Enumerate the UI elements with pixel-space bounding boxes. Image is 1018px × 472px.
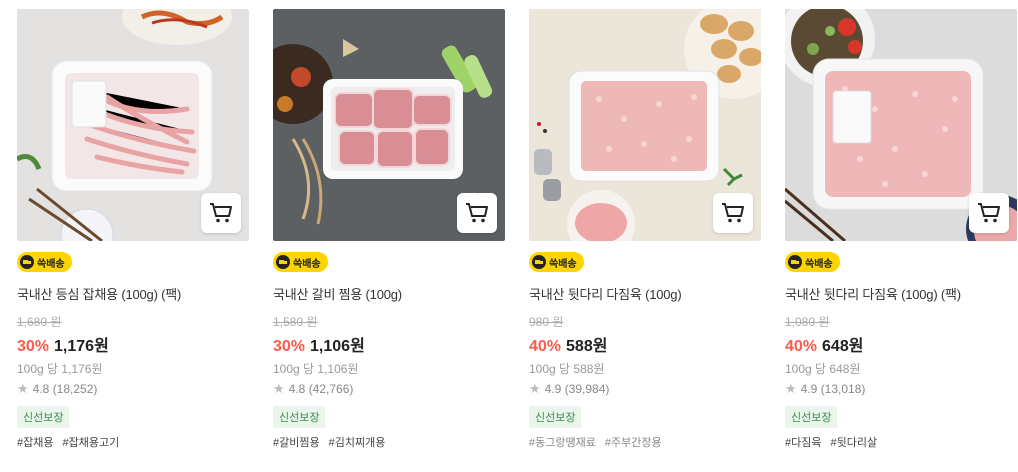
cart-icon — [210, 203, 232, 223]
rating: ★ 4.9 (13,018) — [785, 381, 1017, 397]
rating-score: 4.9 — [544, 382, 562, 396]
original-price: 1,680 원 — [17, 315, 62, 329]
truck-icon — [276, 255, 290, 269]
product-name[interactable]: 국내산 갈비 찜용 (100g) — [273, 284, 505, 303]
discount-rate: 30% — [273, 338, 306, 355]
star-icon: ★ — [785, 381, 797, 396]
truck-icon — [788, 255, 802, 269]
add-to-cart-button[interactable] — [201, 193, 241, 233]
hashtag[interactable]: #다짐육 — [785, 437, 821, 449]
badge-label: 쓱배송 — [805, 258, 833, 270]
product-image[interactable] — [17, 9, 249, 241]
product-image[interactable] — [785, 9, 1017, 241]
star-icon: ★ — [273, 381, 285, 396]
product-card[interactable]: 쓱배송 국내산 뒷다리 다짐육 (100g) 980 원 40% 588원 100… — [529, 0, 761, 450]
hashtag[interactable]: #갈비찜용 — [273, 437, 320, 449]
badge-label: 쓱배송 — [549, 258, 577, 270]
product-name[interactable]: 국내산 뒷다리 다짐육 (100g) — [529, 284, 761, 303]
product-image[interactable] — [529, 9, 761, 241]
discount-rate: 30% — [17, 338, 50, 355]
original-price: 980 원 — [529, 315, 564, 329]
cart-icon — [722, 203, 744, 223]
product-card[interactable]: 쓱배송 국내산 등심 잡채용 (100g) (팩) 1,680 원 30% 1,1… — [17, 0, 249, 450]
hashtag[interactable]: #동그랑땡재료 — [529, 437, 596, 449]
sale-price: 588원 — [566, 338, 608, 355]
review-count: (42,766) — [308, 382, 354, 396]
original-price: 1,580 원 — [273, 315, 318, 329]
fresh-guarantee-tag: 신선보장 — [273, 406, 326, 428]
hashtag[interactable]: #잡채용 — [17, 437, 53, 449]
ssg-delivery-badge: 쓱배송 — [273, 252, 328, 272]
cart-icon — [978, 203, 1000, 223]
add-to-cart-button[interactable] — [713, 193, 753, 233]
badge-label: 쓱배송 — [37, 258, 65, 270]
sale-price: 1,106원 — [310, 338, 365, 355]
truck-icon — [20, 255, 34, 269]
add-to-cart-button[interactable] — [969, 193, 1009, 233]
star-icon: ★ — [529, 381, 541, 396]
product-name[interactable]: 국내산 뒷다리 다짐육 (100g) (팩) — [785, 284, 1017, 303]
hashtag[interactable]: #뒷다리살 — [830, 437, 877, 449]
price-row: 30% 1,176원 — [17, 332, 249, 356]
product-card[interactable]: 쓱배송 국내산 갈비 찜용 (100g) 1,580 원 30% 1,106원 1… — [273, 0, 505, 450]
product-grid: 쓱배송 국내산 등심 잡채용 (100g) (팩) 1,680 원 30% 1,1… — [0, 0, 1018, 472]
rating-score: 4.8 — [288, 382, 306, 396]
rating-score: 4.9 — [800, 382, 818, 396]
hashtag[interactable]: #주부간장용 — [605, 437, 662, 449]
review-count: (39,984) — [564, 382, 610, 396]
ssg-delivery-badge: 쓱배송 — [785, 252, 840, 272]
sale-price: 1,176원 — [54, 338, 109, 355]
hashtag-list: #갈비찜용 #김치찌개용 — [273, 434, 505, 450]
review-count: (13,018) — [820, 382, 866, 396]
cart-icon — [466, 203, 488, 223]
unit-price: 100g 당 648원 — [785, 362, 861, 376]
rating: ★ 4.8 (18,252) — [17, 381, 249, 397]
unit-price: 100g 당 588원 — [529, 362, 605, 376]
rating-score: 4.8 — [32, 382, 50, 396]
hashtag-list: #다짐육 #뒷다리살 — [785, 434, 1017, 450]
price-row: 40% 588원 — [529, 332, 761, 356]
rating: ★ 4.9 (39,984) — [529, 381, 761, 397]
ssg-delivery-badge: 쓱배송 — [529, 252, 584, 272]
price-row: 40% 648원 — [785, 332, 1017, 356]
add-to-cart-button[interactable] — [457, 193, 497, 233]
fresh-guarantee-tag: 신선보장 — [785, 406, 838, 428]
price-row: 30% 1,106원 — [273, 332, 505, 356]
hashtag-list: #동그랑땡재료 #주부간장용 — [529, 434, 761, 450]
discount-rate: 40% — [785, 338, 818, 355]
fresh-guarantee-tag: 신선보장 — [529, 406, 582, 428]
rating: ★ 4.8 (42,766) — [273, 381, 505, 397]
sale-price: 648원 — [822, 338, 864, 355]
review-count: (18,252) — [52, 382, 98, 396]
star-icon: ★ — [17, 381, 29, 396]
fresh-guarantee-tag: 신선보장 — [17, 406, 70, 428]
hashtag[interactable]: #김치찌개용 — [329, 437, 386, 449]
ssg-delivery-badge: 쓱배송 — [17, 252, 72, 272]
product-card[interactable]: 쓱배송 국내산 뒷다리 다짐육 (100g) (팩) 1,080 원 40% 64… — [785, 0, 1017, 450]
original-price: 1,080 원 — [785, 315, 830, 329]
badge-label: 쓱배송 — [293, 258, 321, 270]
discount-rate: 40% — [529, 338, 562, 355]
truck-icon — [532, 255, 546, 269]
hashtag-list: #잡채용 #잡채용고기 — [17, 434, 249, 450]
unit-price: 100g 당 1,176원 — [17, 362, 103, 376]
product-image[interactable] — [273, 9, 505, 241]
hashtag[interactable]: #잡채용고기 — [62, 437, 119, 449]
unit-price: 100g 당 1,106원 — [273, 362, 359, 376]
product-name[interactable]: 국내산 등심 잡채용 (100g) (팩) — [17, 284, 249, 303]
